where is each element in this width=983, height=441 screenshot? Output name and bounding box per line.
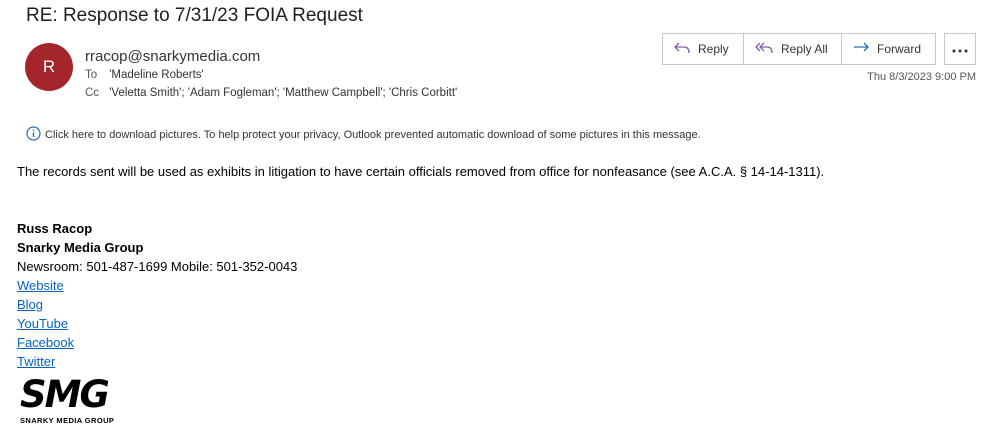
to-row: To 'Madeline Roberts' <box>85 69 204 81</box>
sender-address[interactable]: rracop@snarkymedia.com <box>85 48 260 65</box>
cc-row: Cc 'Veletta Smith'; 'Adam Fogleman'; 'Ma… <box>85 87 457 99</box>
logo-text: SNARKY MEDIA GROUP <box>20 416 115 425</box>
smg-logo: SMG SNARKY MEDIA GROUP <box>20 376 120 428</box>
reply-button[interactable]: Reply <box>663 34 744 64</box>
youtube-link[interactable]: YouTube <box>17 314 297 333</box>
website-link[interactable]: Website <box>17 276 297 295</box>
forward-label: Forward <box>877 42 922 56</box>
reply-all-icon <box>754 41 781 58</box>
email-subject: RE: Response to 7/31/23 FOIA Request <box>26 5 363 26</box>
forward-icon <box>852 41 877 58</box>
ellipsis-icon <box>952 40 968 58</box>
info-icon <box>26 126 45 144</box>
sent-date: Thu 8/3/2023 9:00 PM <box>867 71 976 83</box>
reply-all-button[interactable]: Reply All <box>744 34 842 64</box>
to-recipients[interactable]: 'Madeline Roberts' <box>109 69 204 81</box>
forward-button[interactable]: Forward <box>842 34 935 64</box>
to-label: To <box>85 69 98 81</box>
facebook-link[interactable]: Facebook <box>17 333 297 352</box>
cc-recipients[interactable]: 'Veletta Smith'; 'Adam Fogleman'; 'Matth… <box>109 87 457 99</box>
signature-phones: Newsroom: 501-487-1699 Mobile: 501-352-0… <box>17 259 298 274</box>
twitter-link[interactable]: Twitter <box>17 352 297 371</box>
download-pictures-bar[interactable]: Click here to download pictures. To help… <box>26 126 701 144</box>
signature-name: Russ Racop <box>17 221 93 236</box>
more-actions-button[interactable] <box>944 33 976 65</box>
sender-avatar[interactable]: R <box>25 43 73 91</box>
cc-label: Cc <box>85 87 100 99</box>
signature: Russ Racop Snarky Media Group Newsroom: … <box>17 219 297 371</box>
blog-link[interactable]: Blog <box>17 295 297 314</box>
reply-label: Reply <box>698 42 729 56</box>
message-body: The records sent will be used as exhibit… <box>17 164 825 179</box>
reply-icon <box>673 41 698 58</box>
download-pictures-text: Click here to download pictures. To help… <box>45 129 701 141</box>
signature-company: Snarky Media Group <box>17 240 144 255</box>
message-actions: Reply Reply All Forward <box>662 33 936 65</box>
reply-all-label: Reply All <box>781 42 828 56</box>
logo-mark: SMG <box>20 373 110 416</box>
